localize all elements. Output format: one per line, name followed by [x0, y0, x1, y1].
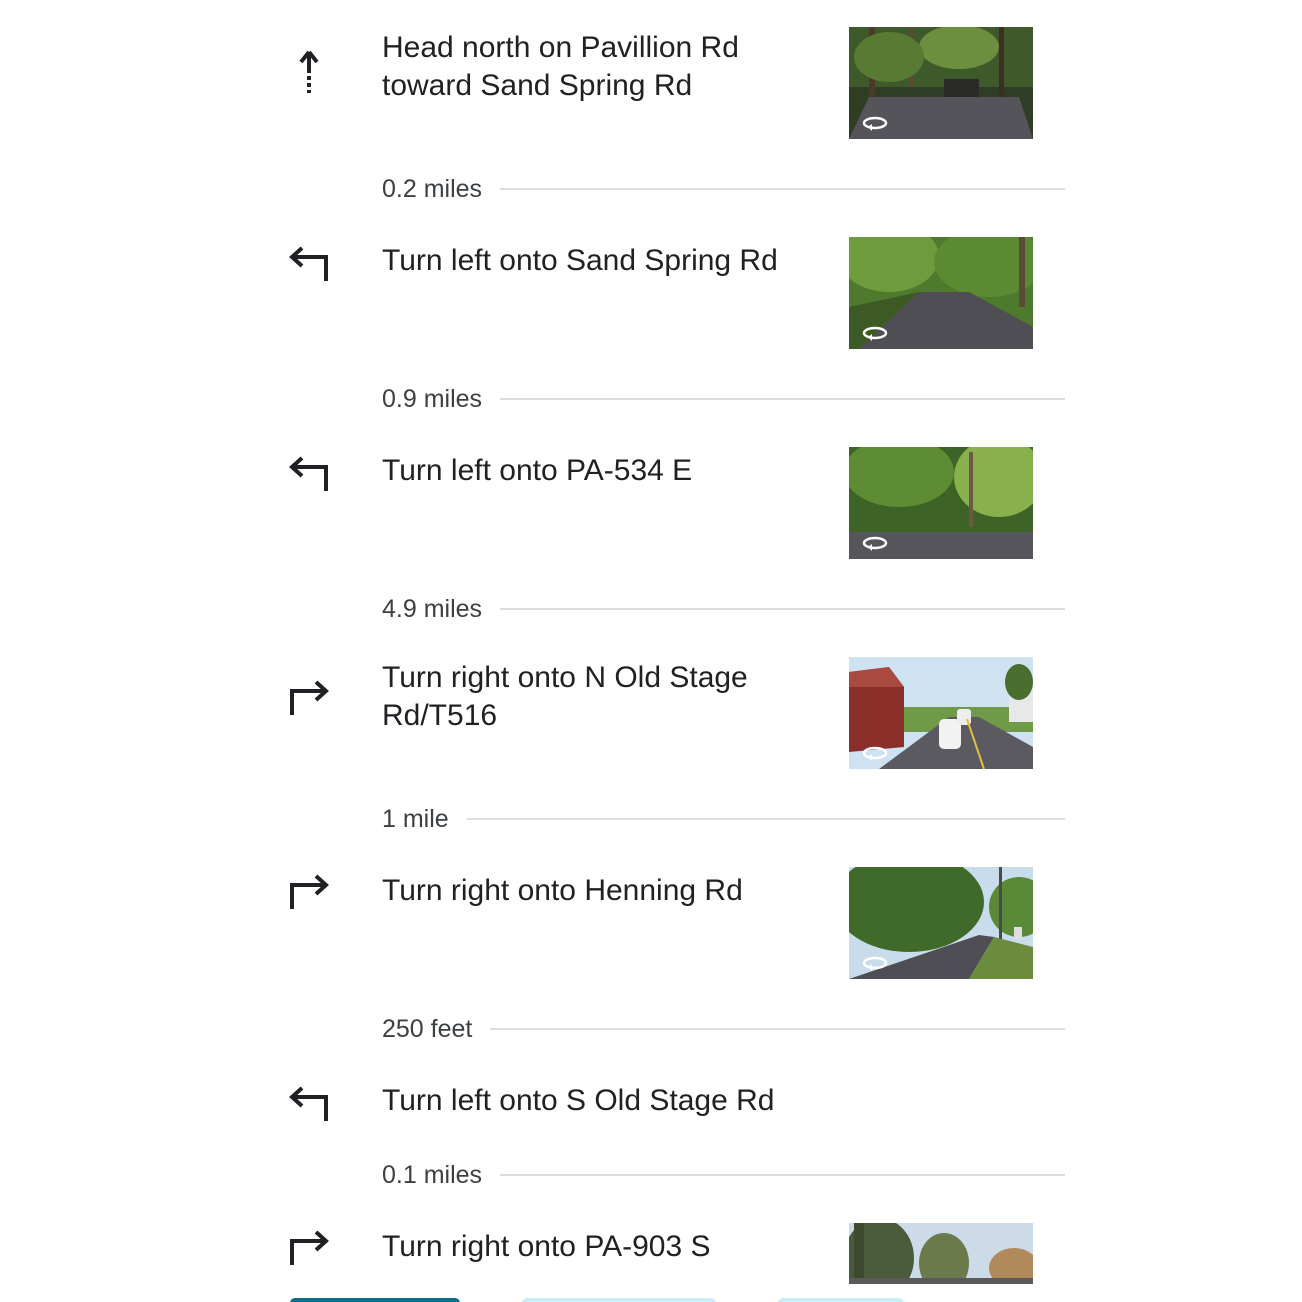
directions-list: Head north on Pavillion Rd toward Sand S… — [0, 0, 1302, 1302]
divider-line — [490, 1028, 1065, 1030]
turn-right-icon — [284, 867, 334, 917]
distance-label: 0.9 miles — [382, 384, 483, 413]
step-instruction: Turn left onto Sand Spring Rd — [382, 244, 778, 277]
step-instruction: Head north on Pavillion Rd toward Sand S… — [382, 31, 739, 102]
distance-divider: 4.9 miles — [382, 594, 1065, 624]
street-view-thumbnail[interactable] — [849, 1223, 1033, 1284]
rotate-360-icon — [862, 536, 888, 551]
distance-divider: 0.1 miles — [382, 1160, 1065, 1190]
step-instruction: Turn left onto PA-534 E — [382, 454, 693, 487]
street-view-thumbnail[interactable] — [849, 867, 1033, 979]
step-instruction: Turn right onto N Old Stage Rd/T516 — [382, 661, 748, 732]
step-instruction: Turn right onto Henning Rd — [382, 874, 743, 907]
step-instruction: Turn left onto S Old Stage Rd — [382, 1084, 775, 1117]
distance-divider: 0.9 miles — [382, 384, 1065, 414]
divider-line — [466, 818, 1065, 820]
distance-label: 250 feet — [382, 1014, 473, 1043]
rotate-360-icon — [862, 746, 888, 761]
street-view-thumbnail[interactable] — [849, 27, 1033, 139]
divider-line — [500, 608, 1065, 610]
street-view-thumbnail[interactable] — [849, 237, 1033, 349]
straight-arrow-icon — [284, 45, 334, 95]
turn-right-icon — [284, 1223, 334, 1273]
rotate-360-icon — [862, 326, 888, 341]
rotate-360-icon — [862, 116, 888, 131]
distance-divider: 250 feet — [382, 1014, 1065, 1044]
distance-label: 0.1 miles — [382, 1160, 483, 1189]
action-chip-partial[interactable] — [778, 1298, 904, 1302]
turn-right-icon — [284, 673, 334, 723]
street-view-thumbnail[interactable] — [849, 657, 1033, 769]
turn-left-icon — [284, 239, 334, 289]
divider-line — [500, 188, 1065, 190]
distance-divider: 1 mile — [382, 804, 1065, 834]
distance-label: 0.2 miles — [382, 174, 483, 203]
action-chip-partial[interactable] — [290, 1298, 460, 1302]
divider-line — [500, 1174, 1065, 1176]
rotate-360-icon — [862, 956, 888, 971]
distance-divider: 0.2 miles — [382, 174, 1065, 204]
action-chip-partial[interactable] — [522, 1298, 716, 1302]
distance-label: 4.9 miles — [382, 594, 483, 623]
street-view-thumbnail[interactable] — [849, 447, 1033, 559]
divider-line — [500, 398, 1065, 400]
turn-left-icon — [284, 449, 334, 499]
distance-label: 1 mile — [382, 804, 449, 833]
turn-left-icon — [284, 1079, 334, 1129]
step-instruction: Turn right onto PA-903 S — [382, 1230, 711, 1263]
